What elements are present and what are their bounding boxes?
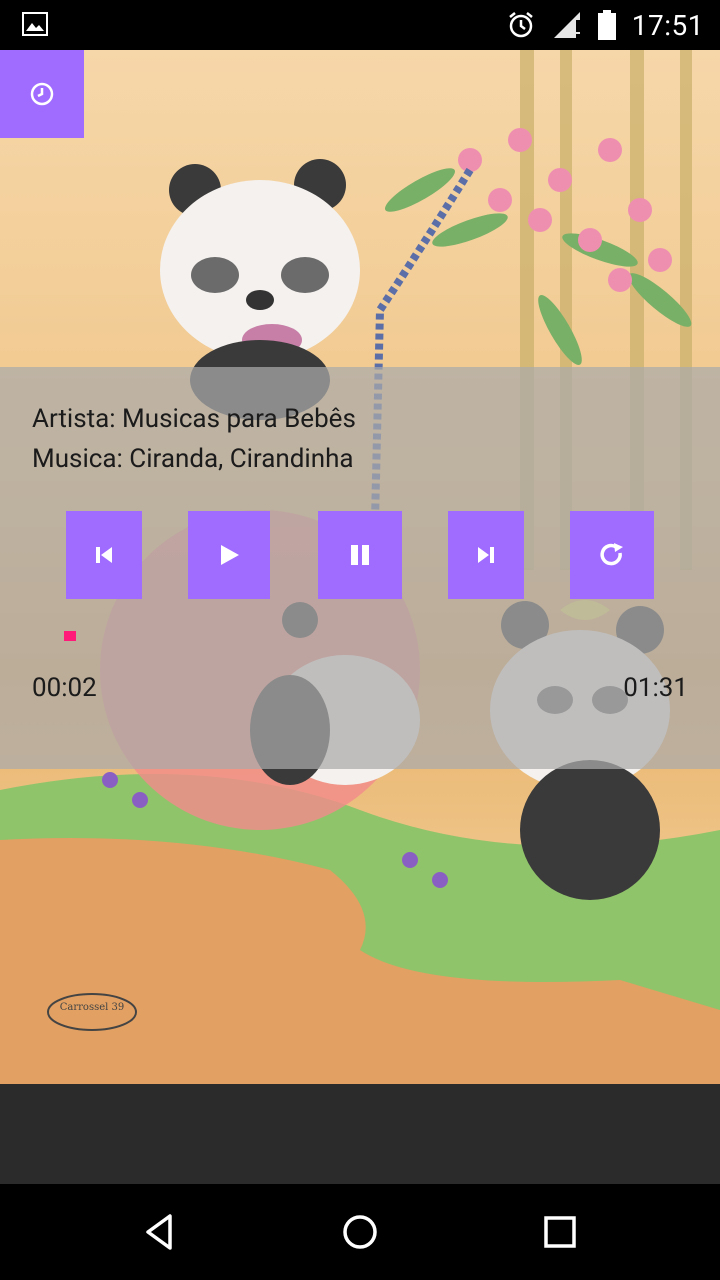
status-time: 17:51	[631, 8, 704, 42]
playback-controls	[0, 511, 720, 599]
play-icon	[221, 545, 239, 565]
back-icon	[146, 1214, 172, 1250]
home-button[interactable]	[332, 1204, 388, 1260]
next-button[interactable]	[448, 511, 524, 599]
alarm-button[interactable]	[0, 50, 84, 138]
player-panel: Artista: Musicas para Bebês Musica: Cira…	[0, 367, 720, 769]
total-duration: 01:31	[623, 673, 688, 703]
navigation-bar	[0, 1184, 720, 1280]
artwork-caption: Carrossel 39	[60, 1002, 124, 1013]
song-label: Musica: Ciranda, Cirandinha	[32, 444, 354, 474]
skip-previous-icon	[96, 547, 112, 563]
alarm-clock-icon	[30, 82, 54, 106]
previous-button[interactable]	[66, 511, 142, 599]
pause-button[interactable]	[318, 511, 402, 599]
image-icon	[22, 12, 48, 36]
back-button[interactable]	[132, 1204, 188, 1260]
play-button[interactable]	[188, 511, 270, 599]
bottom-area	[0, 1084, 720, 1184]
recents-icon	[544, 1216, 576, 1248]
alarm-icon	[508, 12, 533, 38]
elapsed-time: 00:02	[32, 673, 97, 703]
seek-position-indicator[interactable]	[64, 631, 76, 641]
battery-icon	[597, 10, 616, 40]
status-bar: 17:51	[0, 0, 720, 50]
pause-icon	[351, 545, 369, 565]
repeat-icon	[600, 543, 623, 566]
recents-button[interactable]	[532, 1204, 588, 1260]
artist-label: Artista: Musicas para Bebês	[32, 404, 356, 434]
signal-icon	[553, 12, 580, 38]
repeat-button[interactable]	[570, 511, 654, 599]
skip-next-icon	[478, 547, 494, 563]
home-icon	[343, 1215, 377, 1249]
track-info: Artista: Musicas para Bebês Musica: Cira…	[32, 399, 356, 479]
